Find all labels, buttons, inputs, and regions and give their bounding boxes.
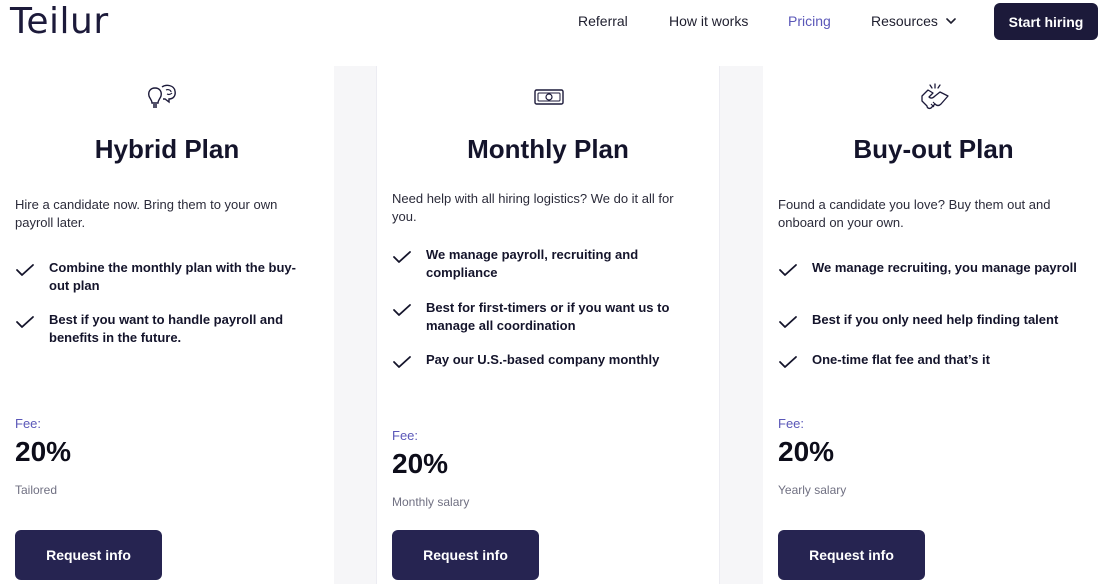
- feature-item: Best for first-timers or if you want us …: [392, 299, 692, 335]
- chevron-down-icon: [946, 17, 956, 24]
- feature-text: We manage recruiting, you manage payroll: [812, 260, 1077, 275]
- site-header: Teilur Referral How it works Pricing Res…: [0, 0, 1104, 66]
- plan-card-hybrid: Hybrid Plan Hire a candidate now. Bring …: [0, 66, 334, 584]
- plan-description: Need help with all hiring logistics? We …: [392, 191, 674, 224]
- check-icon: [779, 356, 797, 368]
- money-bill-icon: [534, 89, 564, 105]
- request-info-button[interactable]: Request info: [392, 530, 539, 580]
- feature-text: Pay our U.S.-based company monthly: [426, 352, 660, 367]
- nav-resources-label: Resources: [871, 13, 938, 29]
- check-icon: [393, 304, 411, 316]
- logo[interactable]: Teilur: [10, 1, 109, 42]
- fee-note: Yearly salary: [778, 483, 847, 497]
- feature-text: Combine the monthly plan with the buy-ou…: [49, 260, 296, 293]
- feature-item: Combine the monthly plan with the buy-ou…: [15, 259, 315, 295]
- feature-text: One-time flat fee and that’s it: [812, 352, 990, 367]
- plan-card-monthly: Monthly Plan Need help with all hiring l…: [376, 66, 720, 584]
- plan-title: Buy-out Plan: [853, 134, 1014, 164]
- feature-text: Best if you want to handle payroll and b…: [49, 312, 284, 345]
- fee-note: Monthly salary: [392, 495, 470, 509]
- handshake-icon: [921, 83, 949, 110]
- fee-label: Fee:: [778, 416, 805, 431]
- feature-item: We manage recruiting, you manage payroll: [778, 259, 1078, 277]
- nav-how-it-works[interactable]: How it works: [669, 13, 748, 29]
- feature-item: Best if you want to handle payroll and b…: [15, 311, 315, 347]
- feature-item: Pay our U.S.-based company monthly: [392, 351, 692, 369]
- check-icon: [16, 264, 34, 276]
- check-icon: [779, 316, 797, 328]
- check-icon: [393, 356, 411, 368]
- nav-referral[interactable]: Referral: [578, 13, 628, 29]
- fee-value: 20%: [15, 436, 72, 467]
- fee-value: 20%: [392, 448, 449, 479]
- feature-text: We manage payroll, recruiting and compli…: [426, 247, 639, 280]
- check-icon: [393, 251, 411, 263]
- feature-text: Best for first-timers or if you want us …: [426, 300, 670, 333]
- nav-resources[interactable]: Resources: [871, 13, 956, 29]
- feature-item: We manage payroll, recruiting and compli…: [392, 246, 692, 282]
- fee-note: Tailored: [15, 483, 58, 497]
- start-hiring-button[interactable]: Start hiring: [994, 3, 1098, 40]
- plan-title: Hybrid Plan: [94, 134, 240, 164]
- fee-value: 20%: [778, 436, 835, 467]
- plan-card-buyout: Buy-out Plan Found a candidate you love?…: [763, 66, 1104, 584]
- plan-description: Hire a candidate now. Bring them to your…: [15, 197, 278, 230]
- feature-item: One-time flat fee and that’s it: [778, 351, 1078, 369]
- check-icon: [16, 316, 34, 328]
- plan-description: Found a candidate you love? Buy them out…: [778, 197, 1051, 230]
- fee-label: Fee:: [392, 428, 419, 443]
- feature-text: Best if you only need help finding talen…: [812, 312, 1059, 327]
- plan-title: Monthly Plan: [467, 134, 629, 164]
- lightbulb-brain-icon: [148, 84, 176, 108]
- fee-label: Fee:: [15, 416, 42, 431]
- check-icon: [779, 264, 797, 276]
- request-info-button[interactable]: Request info: [778, 530, 925, 580]
- request-info-button[interactable]: Request info: [15, 530, 162, 580]
- feature-item: Best if you only need help finding talen…: [778, 311, 1078, 329]
- nav-pricing[interactable]: Pricing: [788, 13, 831, 29]
